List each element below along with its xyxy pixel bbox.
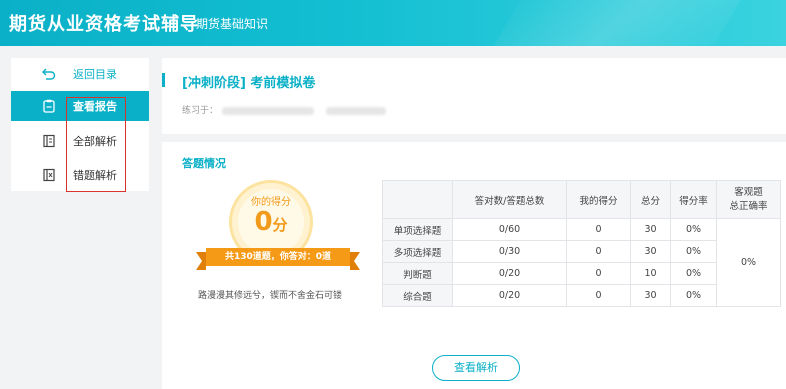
book-list-icon bbox=[41, 133, 57, 149]
score-table: 答对数/答题总数 我的得分 总分 得分率 客观题 总正确率 单项选择题 0/60… bbox=[382, 180, 781, 307]
app-header: 期货从业资格考试辅导 期货基础知识 bbox=[0, 0, 786, 46]
overall-rate: 0% bbox=[716, 218, 781, 307]
sidebar-item-label: 返回目录 bbox=[73, 67, 117, 81]
practice-meta: 练习于： bbox=[182, 103, 387, 116]
motto-text: 路漫漫其修远兮，锲而不舍金石可镂 bbox=[197, 291, 342, 301]
exam-info-panel: [冲刺阶段] 考前模拟卷 练习于： bbox=[162, 58, 786, 134]
table-header: 客观题 总正确率 bbox=[716, 180, 781, 219]
table-header-row: 答对数/答题总数 我的得分 总分 得分率 客观题 总正确率 bbox=[382, 180, 781, 219]
score-summary-ribbon: 共130道题，你答对：0道 bbox=[196, 248, 360, 270]
exam-title: [冲刺阶段] 考前模拟卷 bbox=[182, 76, 316, 91]
book-x-icon bbox=[41, 167, 57, 183]
sidebar-item-back[interactable]: 返回目录 bbox=[11, 58, 149, 89]
table-header: 得分率 bbox=[670, 180, 717, 219]
highlight-box bbox=[66, 97, 126, 192]
report-icon bbox=[41, 98, 57, 114]
section-label: 答题情况 bbox=[182, 157, 226, 170]
practice-label: 练习于： bbox=[182, 106, 219, 116]
answer-summary-panel: 答题情况 你的得分 0分 共130道题，你答对：0道 路漫漫其修远兮，锲而不舍金… bbox=[162, 142, 786, 389]
title-accent-bar bbox=[162, 73, 165, 87]
table-header: 答对数/答题总数 bbox=[452, 180, 567, 219]
table-header: 我的得分 bbox=[566, 180, 631, 219]
app-title: 期货从业资格考试辅导 bbox=[9, 14, 199, 35]
score-label: 你的得分 bbox=[251, 197, 291, 208]
score-value: 0分 bbox=[254, 207, 288, 237]
table-header: 总分 bbox=[630, 180, 671, 219]
course-subtitle: 期货基础知识 bbox=[196, 17, 269, 31]
blurred-duration bbox=[326, 106, 387, 115]
header-decoration bbox=[474, 0, 758, 46]
back-arrow-icon bbox=[41, 66, 57, 82]
table-header bbox=[382, 180, 453, 219]
view-analysis-button[interactable]: 查看解析 bbox=[432, 355, 520, 381]
blurred-timestamp bbox=[222, 106, 315, 115]
table-row: 单项选择题 0/60 0 30 0% 0% bbox=[382, 218, 781, 307]
